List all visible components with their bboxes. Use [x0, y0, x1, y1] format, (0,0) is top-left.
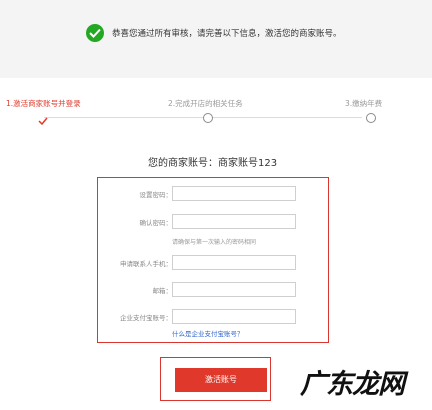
notice-text: 恭喜您通过所有审核，请完善以下信息，激活您的商家账号。 — [112, 29, 342, 39]
notice-banner — [0, 0, 432, 78]
alipay-help-link[interactable]: 什么是企业支付宝账号？ — [172, 328, 244, 338]
alipay-account-input[interactable] — [172, 309, 296, 324]
check-circle-icon — [86, 24, 104, 42]
password-label: 设置密码： — [139, 191, 173, 199]
confirm-password-input[interactable] — [172, 214, 296, 229]
confirm-password-label: 确认密码： — [139, 219, 173, 227]
contact-phone-label: 申请联系人手机： — [120, 260, 172, 268]
step-3-label: 3.缴纳年费 — [345, 99, 383, 108]
watermark-logo: 广东龙网 — [300, 369, 405, 400]
step-3-circle-icon — [366, 113, 376, 123]
account-title: 您的商家账号：商家账号123 — [148, 158, 278, 169]
alipay-account-label: 企业支付宝账号： — [120, 314, 172, 322]
email-input[interactable] — [172, 282, 296, 297]
activate-account-button[interactable]: 激活账号 — [175, 368, 267, 392]
confirm-password-hint: 请确保与第一次输入的密码相同 — [172, 239, 257, 246]
step-complete-check-icon — [38, 110, 48, 129]
step-1-label: 1.激活商家账号并登录 — [6, 99, 81, 108]
password-input[interactable] — [172, 186, 296, 201]
email-label: 邮箱： — [152, 287, 173, 295]
step-2-label: 2.完成开店的相关任务 — [168, 99, 243, 108]
step-2-circle-icon — [203, 113, 213, 123]
contact-phone-input[interactable] — [172, 255, 296, 270]
